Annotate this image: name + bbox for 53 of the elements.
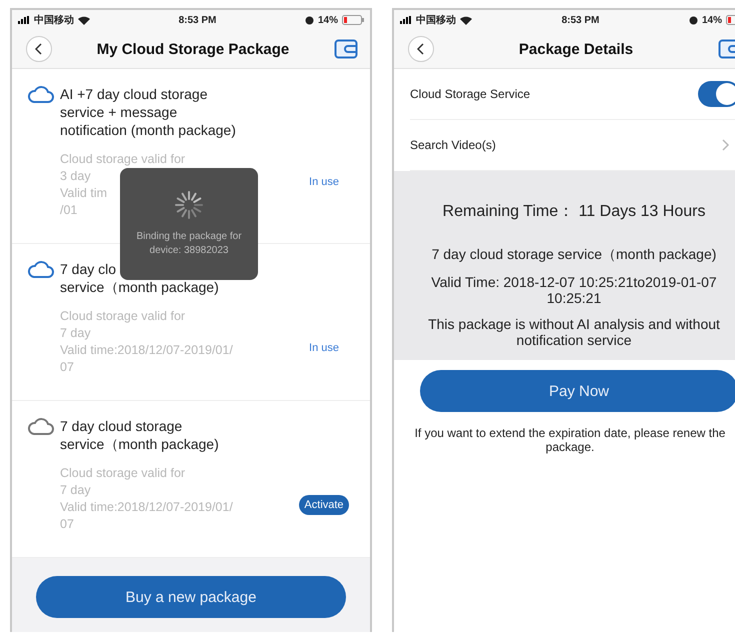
back-button[interactable] [408, 36, 434, 62]
clock-time: 8:53 PM [178, 14, 216, 26]
signal-icon [400, 16, 412, 24]
setting-label: Cloud Storage Service [410, 87, 530, 101]
setting-label: Search Video(s) [410, 138, 496, 152]
wallet-icon[interactable] [334, 39, 358, 59]
renewal-note: If you want to extend the expiration date, please renew the package. [414, 426, 726, 454]
clock-time: 8:53 PM [562, 14, 600, 26]
package-detail: 07 [60, 359, 74, 376]
status-label: In use [309, 176, 339, 188]
package-detail: Valid time:2018/12/07-2019/01/ [60, 342, 233, 359]
carrier-name: 中国移动 [416, 14, 456, 27]
package-detail: 3 day [60, 168, 91, 185]
status-label: In use [309, 342, 339, 354]
toast-message: Binding the package for device: 38982023 [135, 230, 243, 258]
package-detail: 07 [60, 516, 74, 533]
info-text: Remaining Time： 11 Days 13 Hours [442, 202, 706, 222]
buy-package-button[interactable]: Buy a new package [36, 576, 346, 618]
toggle-switch[interactable] [698, 81, 735, 107]
info-text: Valid Time: 2018-12-07 10:25:21to2019-01-07 10:25:21 [430, 274, 718, 306]
battery-icon [342, 15, 364, 25]
wifi-icon [78, 16, 90, 24]
chevron-left-icon [35, 43, 43, 55]
package-detail: Cloud storage valid for [60, 151, 186, 168]
package-detail: 7 day [60, 482, 91, 499]
package-title: AI +7 day cloud storage [60, 85, 208, 103]
info-text: 7 day cloud storage service（month package) [430, 246, 718, 264]
package-title: service + message [60, 103, 178, 121]
package-detail: Cloud storage valid for [60, 308, 186, 325]
page-title: My Cloud Storage Package [96, 40, 290, 58]
package-detail: Valid time:2018/12/07-2019/01/ [60, 499, 233, 516]
chevron-left-icon [417, 43, 425, 55]
carrier-name: 中国移动 [34, 14, 74, 27]
package-title: 7 day cloud storage [60, 417, 182, 435]
page-title: Package Details [518, 40, 634, 58]
battery-percent: 14% [702, 14, 722, 26]
package-title: notification (month package) [60, 121, 236, 139]
wallet-icon[interactable] [718, 39, 735, 59]
signal-icon [18, 16, 30, 24]
package-detail: Cloud storage valid for [60, 465, 186, 482]
pay-now-button[interactable]: Pay Now [420, 370, 735, 412]
activate-button[interactable]: Activate [299, 495, 349, 515]
package-title: 7 day clo [60, 260, 116, 278]
battery-percent: 14% [318, 14, 338, 26]
package-title: service（month package) [60, 278, 219, 296]
wifi-icon [460, 16, 472, 24]
package-title: service（month package) [60, 435, 219, 453]
info-text: This package is without AI analysis and without notification service [427, 316, 721, 348]
package-detail: /01 [60, 202, 78, 219]
package-detail: 7 day [60, 325, 91, 342]
package-detail: Valid tim [60, 185, 108, 202]
spinner-icon [174, 190, 204, 220]
back-button[interactable] [26, 36, 52, 62]
